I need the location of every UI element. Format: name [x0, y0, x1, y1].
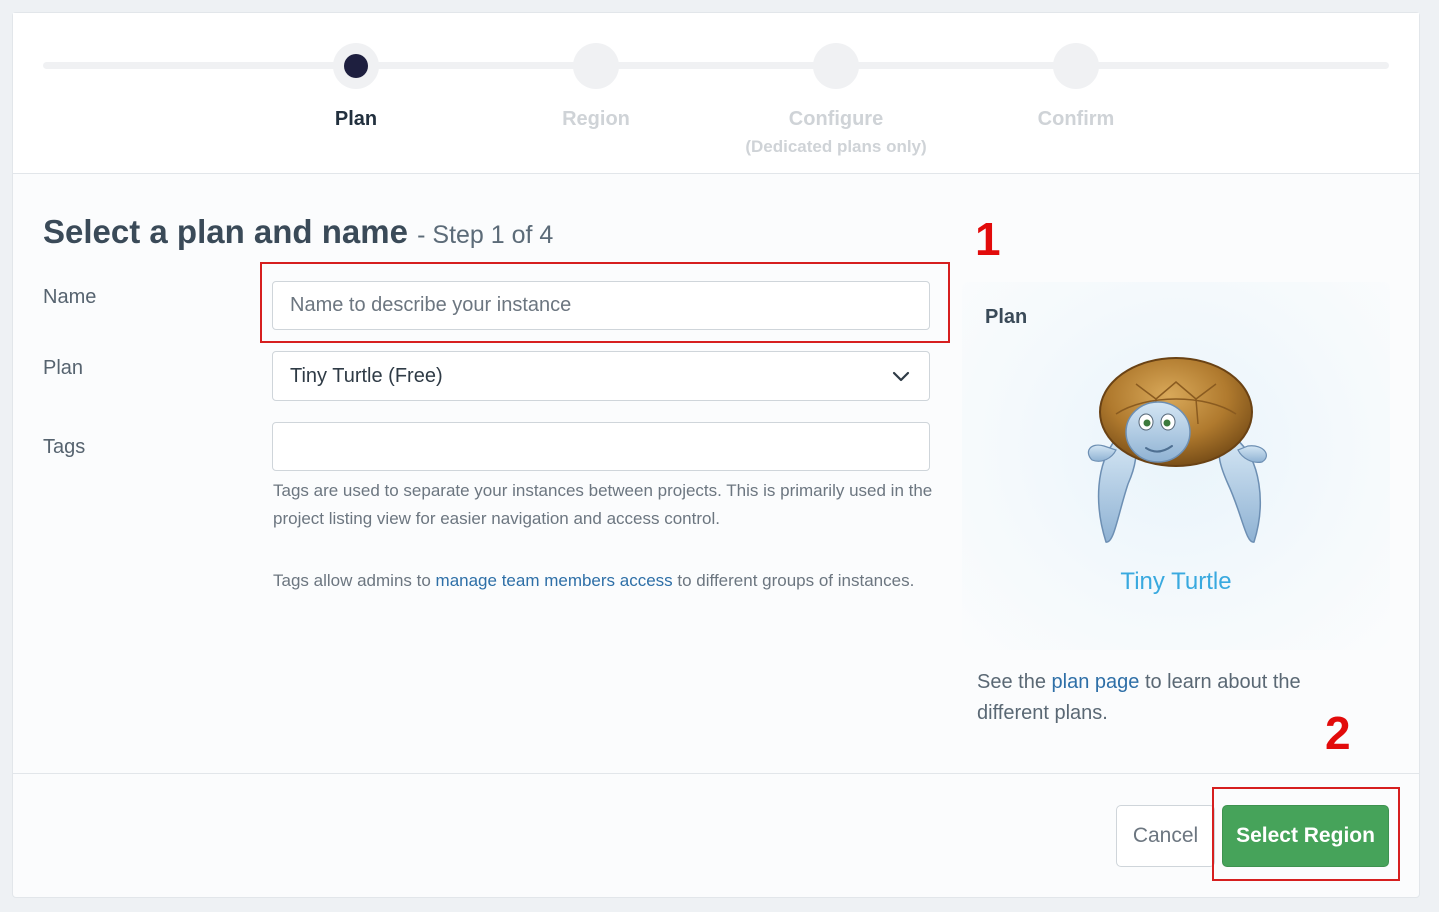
step-confirm-dot — [1053, 43, 1099, 89]
plan-preview-panel: Plan Tiny Turtle — [962, 282, 1390, 650]
step-configure-label: Configure — [788, 108, 884, 130]
step-region: Region — [466, 43, 726, 131]
tags-input[interactable] — [272, 422, 930, 471]
plan-select-value: Tiny Turtle (Free) — [290, 365, 443, 387]
plan-select[interactable]: Tiny Turtle (Free) — [272, 351, 930, 401]
tags-label: Tags — [43, 436, 86, 458]
annotation-marker-2: 2 — [1325, 707, 1351, 759]
step-indicator: - Step 1 of 4 — [417, 221, 554, 249]
manage-team-access-link[interactable]: manage team members access — [436, 571, 673, 590]
page-title-text: Select a plan and name — [43, 213, 408, 250]
footer-divider — [13, 773, 1419, 774]
plan-preview-title: Plan — [985, 306, 1028, 328]
tags-help-admins: Tags allow admins to manage team members… — [273, 565, 933, 596]
tiny-turtle-illustration — [1087, 357, 1267, 543]
step-configure-dot — [813, 43, 859, 89]
step-configure-sublabel: (Dedicated plans only) — [745, 137, 927, 156]
annotation-marker-1: 1 — [975, 213, 1001, 265]
chevron-down-icon — [892, 371, 910, 382]
stepper: Plan Region Configure (Dedicated plans o… — [13, 13, 1419, 174]
name-label: Name — [43, 286, 97, 308]
step-plan-label: Plan — [334, 108, 378, 130]
cancel-button[interactable]: Cancel — [1116, 805, 1215, 867]
step-confirm: Confirm — [946, 43, 1206, 131]
plan-label: Plan — [43, 357, 84, 379]
plan-page-link[interactable]: plan page — [1052, 671, 1140, 693]
plan-preview-name: Tiny Turtle — [1120, 568, 1232, 595]
step-plan: Plan — [226, 43, 486, 131]
plan-note: See the plan page to learn about the dif… — [977, 667, 1357, 729]
step-region-label: Region — [562, 108, 630, 130]
tags-help-admins-suffix: to different groups of instances. — [672, 571, 915, 590]
page-title: Select a plan and name - Step 1 of 4 — [43, 213, 553, 251]
tags-help-admins-prefix: Tags allow admins to — [273, 571, 436, 590]
step-confirm-label: Confirm — [1037, 108, 1115, 130]
annotation-box-1 — [260, 262, 950, 343]
step-region-dot — [573, 43, 619, 89]
annotation-box-2 — [1212, 787, 1400, 881]
tags-help-text: Tags are used to separate your instances… — [273, 481, 933, 528]
create-instance-card: Plan Region Configure (Dedicated plans o… — [12, 12, 1420, 898]
step-configure: Configure (Dedicated plans only) — [706, 43, 966, 157]
step-plan-dot — [333, 43, 379, 89]
plan-note-prefix: See the — [977, 671, 1052, 693]
